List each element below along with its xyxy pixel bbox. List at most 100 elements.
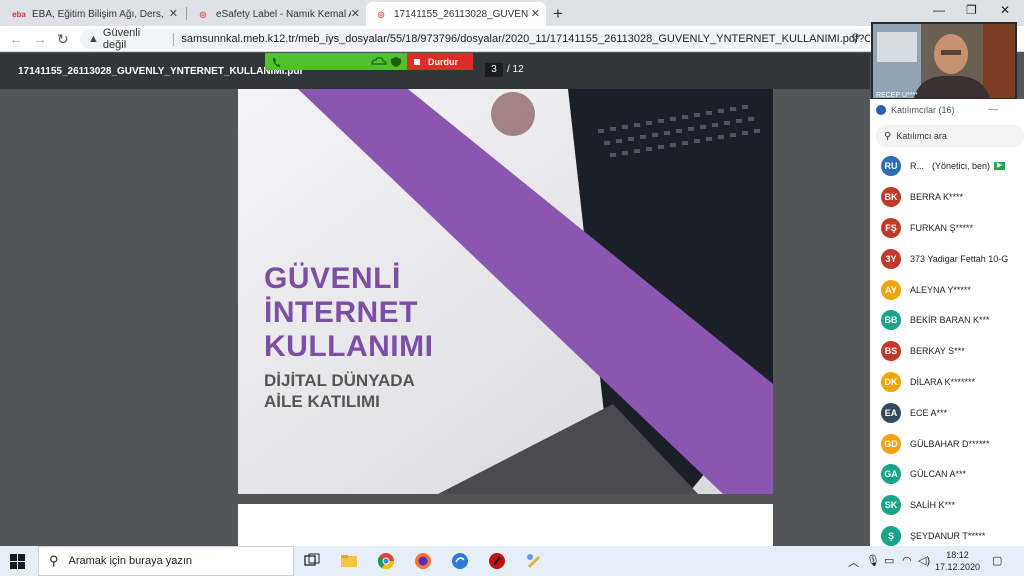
volume-icon[interactable]: ◁) [918,554,930,567]
participant-name: BERRA K**** [910,192,964,203]
participant-search-input[interactable]: ⚲ Katılımcı ara [876,125,1024,147]
system-clock[interactable]: 18:12 17.12.2020 [935,549,980,573]
participant-row[interactable]: GA GÜLCAN A*** [870,459,1024,490]
close-window-icon[interactable]: ✕ [1000,3,1010,17]
media-player-icon[interactable] [488,552,506,570]
tab-divider [186,7,187,20]
camera-on-icon: ▶ [994,162,1006,171]
restore-icon[interactable]: ❐ [966,3,977,17]
avatar: AY [881,279,901,300]
microphone-icon[interactable]: 🎙 [866,554,880,567]
participant-row[interactable]: FŞ FURKAN Ş***** [870,213,1024,244]
cover-subtitle-line: AİLE KATILIMI [264,392,380,411]
cover-title-line: GÜVENLİ [264,262,401,295]
forward-icon[interactable]: → [33,31,47,47]
avatar: BS [881,341,901,362]
participant-name: GÜLCAN A*** [910,469,967,480]
close-icon[interactable]: ✕ [351,7,360,20]
participant-name: ECE A*** [910,407,948,418]
windows-taskbar: ⚲ Aramak için buraya yazın ︿ 🎙 ▭ ◠ ◁) 18… [0,546,1024,576]
stop-sharing-button[interactable]: Durdur [407,53,473,70]
tab-eba[interactable]: eba EBA, Eğitim Bilişim Ağı, Ders, Hab ✕ [4,2,184,26]
participant-row[interactable]: EA ECE A*** [870,397,1024,428]
participant-role-note: (Yönetici, ben) [932,161,991,172]
new-tab-icon[interactable]: + [553,4,563,24]
participant-row[interactable]: 3Y 373 Yadigar Fettah 10-G [870,243,1024,274]
avatar: RU [881,156,901,177]
participants-header: Katılımcılar (16) — [870,99,1024,121]
page-number-input[interactable]: 3 [485,63,503,77]
participant-row[interactable]: AY ALEYNA Y***** [870,274,1024,305]
tab-label: eSafety Label - Namık Kemal Ana [216,8,351,20]
security-label[interactable]: Güvenli değil [103,27,166,51]
avatar: Ş [881,525,901,546]
clock-date: 17.12.2020 [935,562,981,572]
participant-name: BEKİR BARAN K*** [910,315,990,326]
task-view-icon[interactable] [303,552,321,570]
participant-row[interactable]: SK SALİH K*** [870,490,1024,521]
reload-icon[interactable]: ↻ [57,31,69,48]
webcam-video: RECEP U**** [871,22,1017,100]
cloud-icon [371,57,387,65]
pdf-page-cover: GÜVENLİ İNTERNET KULLANIMI DİJİTAL DÜNYA… [238,89,773,494]
shield-icon [391,57,401,67]
minimize-panel-icon[interactable]: — [988,104,998,115]
app-logo-icon [876,105,886,115]
chrome-icon[interactable] [377,552,395,570]
notifications-icon[interactable]: ▢ [992,554,1002,567]
pdf-filename: 17141155_26113028_GUVENLY_YNTERNET_KULLA… [18,66,303,77]
warning-icon[interactable]: ▲ [88,33,99,45]
participants-title: Katılımcılar (16) [891,105,955,115]
battery-icon[interactable]: ▭ [884,554,894,567]
tab-label: 17141155_26113028_GUVENLY_Y [394,8,529,20]
pdf-page-next [238,504,773,546]
eba-favicon-icon: eba [12,9,26,19]
back-icon[interactable]: ← [9,31,23,47]
address-bar[interactable]: ▲ Güvenli değil samsunnkal.meb.k12.tr/me… [80,27,870,51]
participant-row[interactable]: DK DİLARA K******* [870,367,1024,398]
search-icon: ⚲ [884,130,892,142]
cover-title: GÜVENLİ İNTERNET KULLANIMI [264,262,433,364]
taskbar-search[interactable]: ⚲ Aramak için buraya yazın [38,546,294,576]
cover-title-line: KULLANIMI [264,330,434,363]
participant-name: SALİH K*** [910,500,956,511]
wifi-icon[interactable]: ◠ [902,554,912,567]
participant-row[interactable]: BS BERKAY S*** [870,336,1024,367]
search-icon: ⚲ [49,553,59,568]
cover-title-line: İNTERNET [264,296,418,329]
participant-row[interactable]: GD GÜLBAHAR D****** [870,428,1024,459]
participant-name: GÜLBAHAR D****** [910,438,990,449]
cover-subtitle: DİJİTAL DÜNYADA AİLE KATILIMI [264,370,415,412]
close-icon[interactable]: ✕ [531,7,540,20]
tab-pdf[interactable]: ◎ 17141155_26113028_GUVENLY_Y ✕ [366,2,546,26]
page-total: / 12 [507,64,524,75]
url-text[interactable]: samsunnkal.meb.k12.tr/meb_iys_dosyalar/5… [181,33,870,45]
taskbar-search-placeholder: Aramak için buraya yazın [68,555,193,567]
avatar: EA [881,402,901,423]
firefox-icon[interactable] [414,552,432,570]
close-icon[interactable]: ✕ [169,7,178,20]
windows-start-icon[interactable] [10,554,25,569]
participant-row[interactable]: BB BEKİR BARAN K*** [870,305,1024,336]
file-explorer-icon[interactable] [340,552,358,570]
phone-icon [273,58,280,67]
participant-name: R... [910,161,925,172]
esafety-favicon-icon: ◎ [199,9,207,19]
participant-name: 373 Yadigar Fettah 10-G [910,253,1009,264]
meeting-app-icon[interactable] [451,552,469,570]
avatar: DK [881,371,901,392]
search-placeholder: Katılımcı ara [896,131,947,141]
minimize-icon[interactable]: — [933,3,945,17]
stop-label: Durdur [428,56,458,67]
avatar: BB [881,310,901,331]
meeting-status-icons [273,57,401,67]
participant-name: ŞEYDANUR T***** [910,530,986,541]
paint-app-icon[interactable] [525,552,543,570]
participant-row[interactable]: RU R... (Yönetici, ben) ▶ [870,151,1024,182]
zoom-search-icon[interactable]: ⚲ [851,31,860,45]
participant-row[interactable]: BK BERRA K**** [870,182,1024,213]
participant-name: BERKAY S*** [910,346,965,357]
tab-esafety[interactable]: ◎ eSafety Label - Namık Kemal Ana ✕ [188,2,366,26]
show-hidden-icons-icon[interactable]: ︿ [848,554,859,570]
url-divider [173,32,175,46]
